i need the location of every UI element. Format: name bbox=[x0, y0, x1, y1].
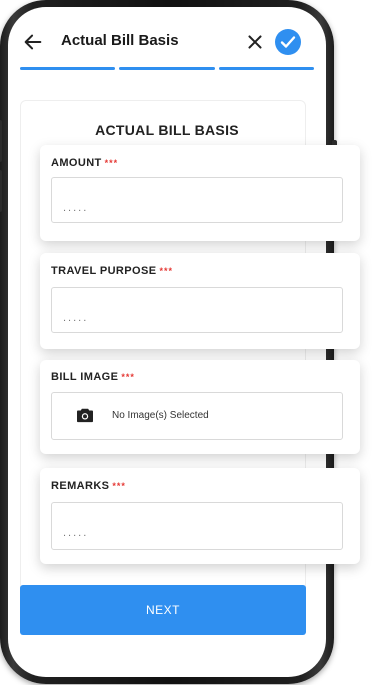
amount-input[interactable]: ..... bbox=[51, 177, 343, 223]
amount-label-text: AMOUNT bbox=[51, 157, 102, 169]
remarks-placeholder: ..... bbox=[63, 527, 89, 539]
next-button[interactable]: NEXT bbox=[20, 585, 306, 635]
bill-image-picker[interactable]: No Image(s) Selected bbox=[51, 392, 343, 440]
travel-purpose-label: TRAVEL PURPOSE *** bbox=[51, 265, 173, 277]
remarks-card: REMARKS *** ..... bbox=[40, 468, 360, 564]
required-mark: *** bbox=[104, 158, 119, 168]
amount-placeholder: ..... bbox=[63, 202, 89, 214]
image-status: No Image(s) Selected bbox=[112, 410, 209, 421]
remarks-label: REMARKS *** bbox=[51, 480, 126, 492]
volume-down-button bbox=[0, 170, 2, 212]
step-progress bbox=[20, 67, 314, 71]
remarks-input[interactable]: ..... bbox=[51, 502, 343, 550]
bill-image-card: BILL IMAGE *** No Image(s) Selected bbox=[40, 360, 360, 454]
required-mark: *** bbox=[121, 372, 135, 382]
page-title: Actual Bill Basis bbox=[61, 32, 179, 49]
amount-label: AMOUNT *** bbox=[51, 157, 118, 169]
section-title: ACTUAL BILL BASIS bbox=[95, 122, 239, 138]
camera-icon bbox=[77, 408, 93, 423]
volume-up-button bbox=[0, 120, 2, 162]
arrow-left-icon[interactable] bbox=[22, 31, 44, 53]
travel-purpose-input[interactable]: ..... bbox=[51, 287, 343, 333]
progress-step bbox=[20, 67, 116, 70]
remarks-label-text: REMARKS bbox=[51, 480, 110, 492]
app-header: Actual Bill Basis bbox=[8, 7, 326, 69]
travel-purpose-label-text: TRAVEL PURPOSE bbox=[51, 265, 157, 277]
close-icon[interactable] bbox=[244, 31, 266, 53]
required-mark: *** bbox=[159, 266, 173, 276]
progress-step bbox=[218, 67, 314, 70]
bill-image-label: BILL IMAGE *** bbox=[51, 371, 135, 383]
travel-purpose-card: TRAVEL PURPOSE *** ..... bbox=[40, 253, 360, 349]
amount-card: AMOUNT *** ..... bbox=[40, 145, 360, 241]
required-mark: *** bbox=[112, 481, 126, 491]
check-circle-icon[interactable] bbox=[275, 29, 301, 55]
travel-purpose-placeholder: ..... bbox=[63, 312, 89, 324]
progress-step bbox=[119, 67, 215, 70]
bill-image-label-text: BILL IMAGE bbox=[51, 371, 119, 383]
